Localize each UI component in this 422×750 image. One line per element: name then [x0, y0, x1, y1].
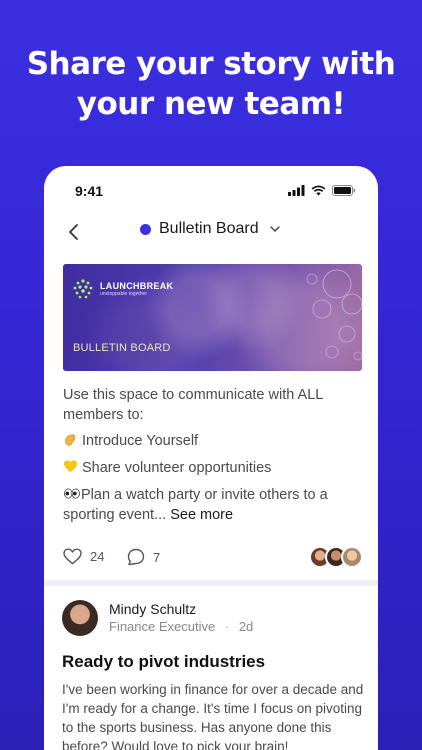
post-time: 2d [238, 619, 254, 634]
battery-icon [332, 185, 356, 196]
comment-button[interactable]: 7 [127, 548, 160, 566]
participant-avatars[interactable] [309, 546, 363, 568]
eyes-icon [64, 488, 80, 499]
post-intro: Use this space to communicate with ALL m… [63, 387, 323, 423]
post-body: I've been working in finance for over a … [62, 682, 364, 750]
author-name[interactable]: Mindy Schultz [109, 601, 196, 617]
channel-selector[interactable]: Bulletin Board [140, 220, 281, 238]
list-item: Introduce Yourself [63, 431, 363, 451]
author-meta: Finance Executive · 2d [109, 619, 254, 634]
list-item-label: Share volunteer opportunities [82, 460, 272, 476]
banner-label: BULLETIN BOARD [73, 342, 171, 354]
marketing-headline: Share your story with your new team! [0, 44, 422, 124]
phone-screen: 9:41 Bulletin Board LAUNCHBREAK unstoppa… [44, 166, 378, 750]
decorative-circles-icon [306, 269, 362, 361]
comment-count: 7 [153, 549, 161, 565]
heart-icon [63, 548, 82, 565]
banner-brand: LAUNCHBREAK [100, 281, 174, 291]
post-title: Ready to pivot industries [62, 652, 266, 671]
like-count: 24 [90, 549, 105, 564]
author-avatar[interactable] [62, 600, 98, 636]
list-item-label: Introduce Yourself [82, 433, 199, 449]
nav-bar: Bulletin Board [44, 214, 378, 250]
like-button[interactable]: 24 [63, 548, 104, 565]
back-chevron-icon[interactable] [64, 222, 84, 242]
waving-hand-icon [65, 434, 76, 446]
avatar [341, 546, 363, 568]
wifi-icon [311, 185, 326, 196]
headline-line-1: Share your story with [26, 46, 396, 82]
chevron-down-icon [269, 226, 280, 232]
author-role: Finance Executive [109, 619, 216, 634]
status-bar: 9:41 [44, 166, 378, 216]
comment-bubble-icon [127, 548, 145, 566]
bulletin-banner: LAUNCHBREAK unstoppable together BULLETI… [63, 264, 362, 371]
signal-icon [288, 185, 305, 196]
yellow-heart-icon [63, 460, 78, 473]
feed-divider [44, 580, 378, 586]
channel-title: Bulletin Board [159, 220, 259, 237]
status-time: 9:41 [75, 183, 104, 199]
launchbreak-logo: LAUNCHBREAK unstoppable together [72, 278, 173, 300]
post-stats: 24 7 [63, 546, 363, 572]
banner-tagline: unstoppable together [100, 291, 147, 297]
list-item: Share volunteer opportunities [63, 458, 363, 478]
status-icons [288, 185, 356, 196]
headline-line-2: your new team! [76, 86, 346, 122]
logo-mark-icon [73, 279, 93, 299]
list-item: Plan a watch party or invite others to a… [63, 485, 363, 525]
see-more-link[interactable]: See more [170, 507, 233, 523]
channel-dot-icon [140, 223, 151, 235]
